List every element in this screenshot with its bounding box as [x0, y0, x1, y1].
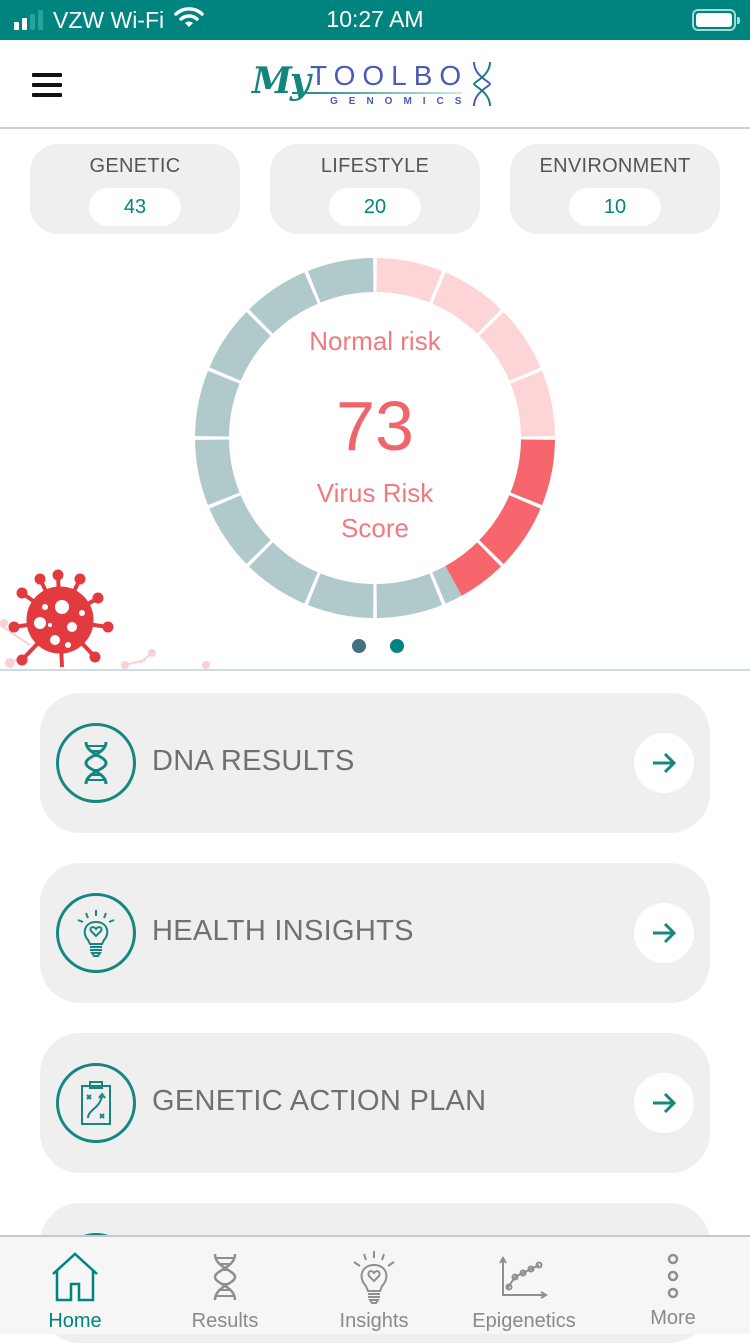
status-bar: VZW Wi-Fi 10:27 AM [0, 0, 750, 40]
lightbulb-heart-icon [56, 893, 136, 973]
risk-factor-stats: GENETIC 43 LIFESTYLE 20 ENVIRONMENT 10 [30, 144, 720, 234]
tab-label: Results [191, 1310, 259, 1332]
stat-value: 43 [89, 188, 181, 226]
status-time: 10:27 AM [326, 6, 424, 32]
arrow-right-icon[interactable] [634, 1073, 694, 1133]
menu-label: GENETIC ACTION PLAN [152, 1085, 487, 1117]
tab-label: Insights [339, 1310, 409, 1332]
dna-results-card[interactable]: DNA RESULTS [40, 693, 710, 833]
bottom-tab-bar: Home Results Insights Epigenetics More [0, 1235, 750, 1334]
carousel-dot-1[interactable] [352, 639, 366, 653]
section-divider [0, 669, 750, 671]
carousel-pagination [352, 639, 404, 653]
stat-genetic[interactable]: GENETIC 43 [30, 144, 240, 234]
tab-insights[interactable]: Insights [299, 1237, 449, 1336]
tab-label: More [650, 1307, 696, 1329]
logo-my-text: My [252, 60, 311, 102]
battery-full-icon [692, 9, 740, 31]
genetic-action-plan-card[interactable]: GENETIC ACTION PLAN [40, 1033, 710, 1173]
risk-score-value: 73 [336, 387, 414, 465]
risk-score-label-line2: Score [341, 513, 409, 543]
clipboard-plan-icon [56, 1063, 136, 1143]
carousel-dot-2-active[interactable] [390, 639, 404, 653]
tab-label: Epigenetics [472, 1310, 576, 1332]
helix-x-icon [472, 61, 492, 107]
tab-results[interactable]: Results [150, 1237, 300, 1336]
risk-score-label: Virus Risk Score [195, 476, 555, 546]
menu-label: HEALTH INSIGHTS [152, 915, 414, 947]
stat-label: LIFESTYLE [320, 155, 430, 177]
chart-icon [494, 1249, 554, 1305]
app-header: My TOOLBO GENOMICS [0, 40, 750, 129]
menu-label: DNA RESULTS [152, 745, 355, 777]
logo-genomics-text: GENOMICS [330, 96, 473, 107]
gauge-text: Normal risk 73 Virus Risk Score [195, 258, 555, 618]
health-insights-card[interactable]: HEALTH INSIGHTS [40, 863, 710, 1003]
home-icon [45, 1249, 105, 1305]
arrow-right-icon[interactable] [634, 733, 694, 793]
logo-underline [292, 92, 462, 94]
logo-toolbox-text: TOOLBO [310, 60, 469, 91]
lightbulb-icon [344, 1249, 404, 1305]
more-dots-icon [643, 1249, 703, 1305]
arrow-right-icon[interactable] [634, 903, 694, 963]
stat-lifestyle[interactable]: LIFESTYLE 20 [270, 144, 480, 234]
stat-environment[interactable]: ENVIRONMENT 10 [510, 144, 720, 234]
tab-label: Home [48, 1310, 102, 1332]
virus-risk-gauge[interactable]: Normal risk 73 Virus Risk Score [195, 258, 555, 618]
risk-score-label-line1: Virus Risk [316, 478, 434, 508]
risk-level-caption: Normal risk [309, 326, 441, 356]
tab-home[interactable]: Home [0, 1237, 150, 1336]
hamburger-menu-icon[interactable] [32, 73, 62, 97]
stat-value: 10 [569, 188, 661, 226]
dna-icon [56, 723, 136, 803]
stat-label: GENETIC [89, 155, 181, 177]
stat-value: 20 [329, 188, 421, 226]
tab-more[interactable]: More [598, 1237, 748, 1336]
virus-illustration-icon [0, 569, 210, 669]
stat-label: ENVIRONMENT [539, 155, 691, 177]
dna-icon [195, 1249, 255, 1305]
tab-epigenetics[interactable]: Epigenetics [449, 1237, 599, 1336]
mytoolbox-genomics-logo: My TOOLBO GENOMICS [252, 58, 502, 110]
